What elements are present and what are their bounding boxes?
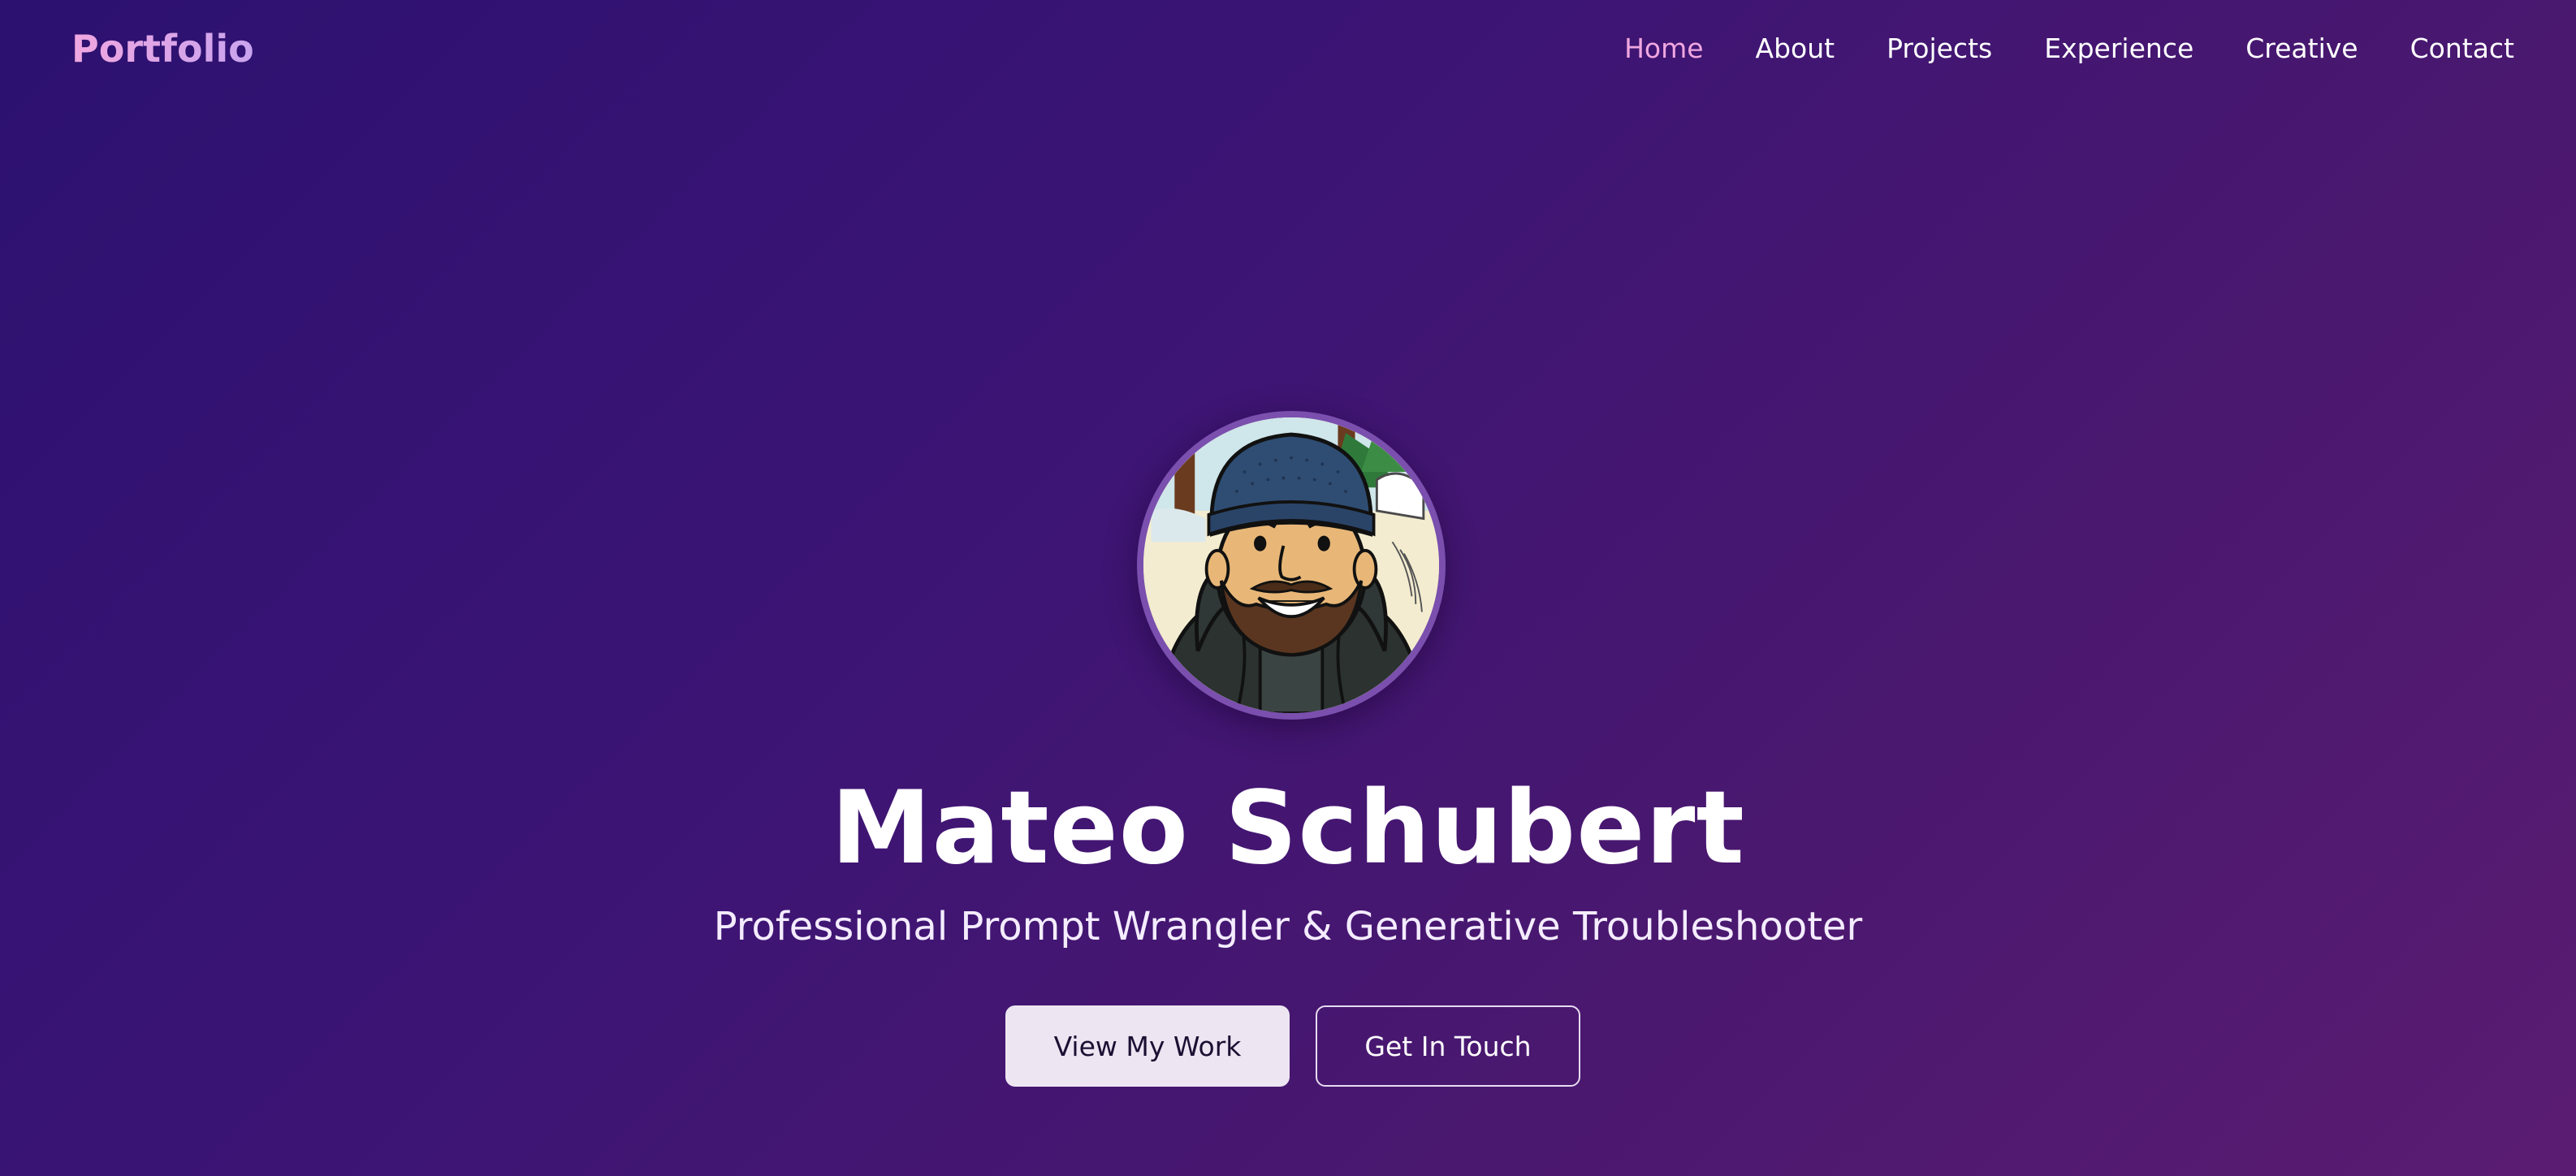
get-in-touch-button[interactable]: Get In Touch	[1316, 1005, 1580, 1087]
hero-section: Mateo Schubert Professional Prompt Wrang…	[0, 0, 2576, 1176]
view-my-work-button[interactable]: View My Work	[1005, 1005, 1290, 1087]
cartoon-portrait-icon	[1143, 417, 1439, 713]
hero-tagline: Professional Prompt Wrangler & Generativ…	[713, 904, 1863, 949]
avatar	[1137, 411, 1446, 720]
hero-name: Mateo Schubert	[831, 770, 1745, 887]
